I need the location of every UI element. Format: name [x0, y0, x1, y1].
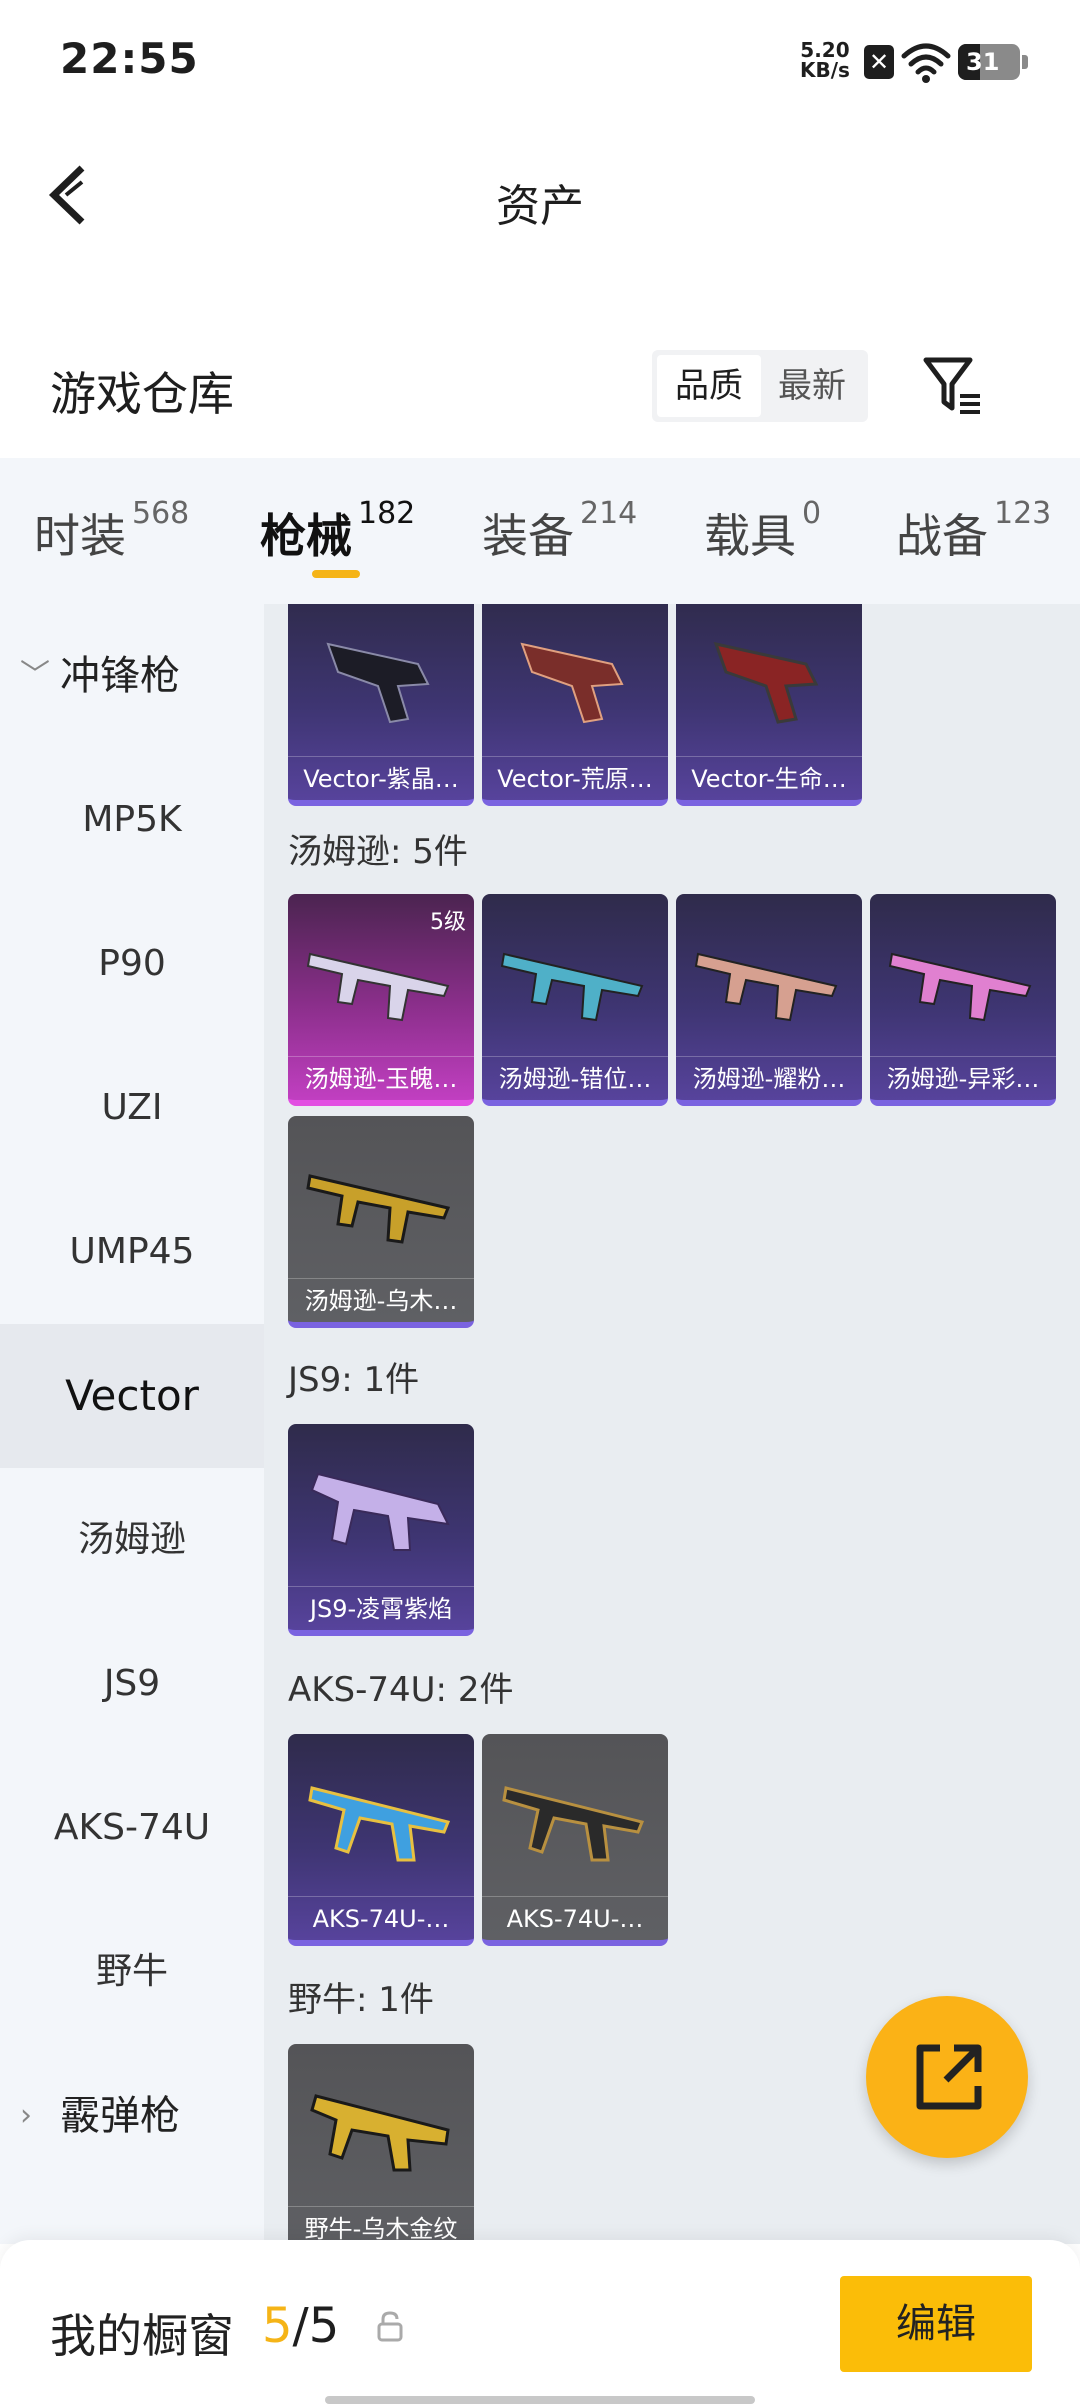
item-card[interactable]: AKS-74U-… [482, 1734, 668, 1946]
item-card[interactable]: 汤姆逊-乌木… [288, 1116, 474, 1328]
item-card[interactable]: 汤姆逊-异彩… [870, 894, 1056, 1106]
showcase-count: 5/5 [262, 2298, 340, 2354]
battery-icon: 31 [958, 44, 1028, 80]
share-icon [916, 2044, 982, 2110]
group-label-aks74u: AKS-74U: 2件 [288, 1670, 514, 1710]
showcase-bar: 我的橱窗 5/5 编辑 [0, 2240, 1080, 2408]
item-name: Vector-生命… [676, 756, 862, 800]
item-name: 汤姆逊-异彩… [870, 1056, 1056, 1100]
item-name: 汤姆逊-错位… [482, 1056, 668, 1100]
weapon-image [502, 1786, 645, 1862]
sort-quality-button[interactable]: 品质 [657, 355, 761, 417]
item-card[interactable]: Vector-紫晶… [288, 604, 474, 806]
item-name: JS9-凌霄紫焰 [288, 1586, 474, 1630]
warehouse-title: 游戏仓库 [50, 367, 234, 421]
group-label-js9: JS9: 1件 [288, 1360, 420, 1400]
weapon-image [713, 641, 819, 724]
tab-vehicles[interactable]: 载具 0 [704, 496, 821, 566]
weapon-image [888, 952, 1032, 1022]
chevron-down-icon: ﹀ [20, 658, 50, 693]
showcase-label: 我的橱窗 [50, 2309, 234, 2363]
item-card[interactable]: Vector-荒原… [482, 604, 668, 806]
item-card[interactable]: 野牛-乌木金纹 [288, 2044, 474, 2244]
sim-off-icon: ✕ [864, 45, 894, 79]
filter-icon[interactable] [920, 354, 984, 418]
home-indicator [325, 2396, 755, 2404]
weapon-image [520, 642, 624, 724]
page-title: 资产 [496, 181, 584, 232]
weapon-image [306, 1174, 451, 1244]
tab-fashion[interactable]: 时装 568 [34, 496, 189, 566]
weapon-image [326, 642, 430, 724]
item-card[interactable]: JS9-凌霄紫焰 [288, 1424, 474, 1636]
sidebar-item-thompson[interactable]: 汤姆逊 [0, 1468, 264, 1612]
item-name: 野牛-乌木金纹 [288, 2206, 474, 2244]
edit-button[interactable]: 编辑 [840, 2276, 1032, 2372]
active-tab-indicator [312, 570, 360, 578]
weapon-image [310, 1472, 450, 1551]
clock: 22:55 [60, 34, 199, 83]
network-speed: 5.20 KB/s [800, 38, 850, 82]
category-shotgun[interactable]: › 霰弹枪 [0, 2044, 264, 2188]
sidebar-item-aks74u[interactable]: AKS-74U [0, 1756, 264, 1900]
sort-toggle: 品质 最新 [652, 350, 868, 422]
item-name: AKS-74U-… [288, 1896, 474, 1940]
item-card[interactable]: 5级 汤姆逊-玉魄… [288, 894, 474, 1106]
tab-firearms[interactable]: 枪械 182 [260, 496, 415, 566]
item-card[interactable]: Vector-生命… [676, 604, 862, 806]
group-label-thompson: 汤姆逊: 5件 [288, 832, 468, 872]
item-name: Vector-荒原… [482, 756, 668, 800]
category-tabs: 时装 568 枪械 182 装备 214 载具 0 战备 123 [0, 458, 1080, 604]
category-smg[interactable]: ﹀ 冲锋枪 [0, 604, 264, 748]
lock-icon [377, 2311, 403, 2342]
sidebar-item-ump45[interactable]: UMP45 [0, 1180, 264, 1324]
sidebar-item-bison[interactable]: 野牛 [0, 1900, 264, 2044]
wifi-icon [901, 43, 951, 83]
share-button[interactable] [866, 1996, 1028, 2158]
group-label-bison: 野牛: 1件 [288, 1980, 434, 2020]
item-name: 汤姆逊-乌木… [288, 1278, 474, 1322]
sidebar-item-p90[interactable]: P90 [0, 892, 264, 1036]
tab-supplies[interactable]: 战备 123 [896, 496, 1051, 566]
weapon-image [306, 952, 450, 1022]
weapon-image [694, 952, 838, 1022]
item-name: AKS-74U-… [482, 1896, 668, 1940]
item-name: Vector-紫晶… [288, 756, 474, 800]
tab-equipment[interactable]: 装备 214 [482, 496, 637, 566]
sidebar-item-js9[interactable]: JS9 [0, 1612, 264, 1756]
sidebar-item-uzi[interactable]: UZI [0, 1036, 264, 1180]
sort-newest-button[interactable]: 最新 [760, 355, 864, 417]
item-name: 汤姆逊-玉魄… [288, 1056, 474, 1100]
weapon-sidebar: ﹀ 冲锋枪 MP5K P90 UZI UMP45 Vector 汤姆逊 JS9 … [0, 604, 264, 2244]
status-bar: 22:55 5.20 KB/s ✕ 31 [0, 0, 1080, 120]
weapon-image [500, 952, 644, 1022]
weapon-image [308, 1786, 451, 1862]
sidebar-item-mp5k[interactable]: MP5K [0, 748, 264, 892]
chevron-right-icon: › [20, 2098, 32, 2133]
item-card[interactable]: AKS-74U-… [288, 1734, 474, 1946]
item-name: 汤姆逊-耀粉… [676, 1056, 862, 1100]
weapon-image [310, 2094, 450, 2172]
item-card[interactable]: 汤姆逊-错位… [482, 894, 668, 1106]
item-card[interactable]: 汤姆逊-耀粉… [676, 894, 862, 1106]
sidebar-item-vector[interactable]: Vector [0, 1324, 264, 1468]
